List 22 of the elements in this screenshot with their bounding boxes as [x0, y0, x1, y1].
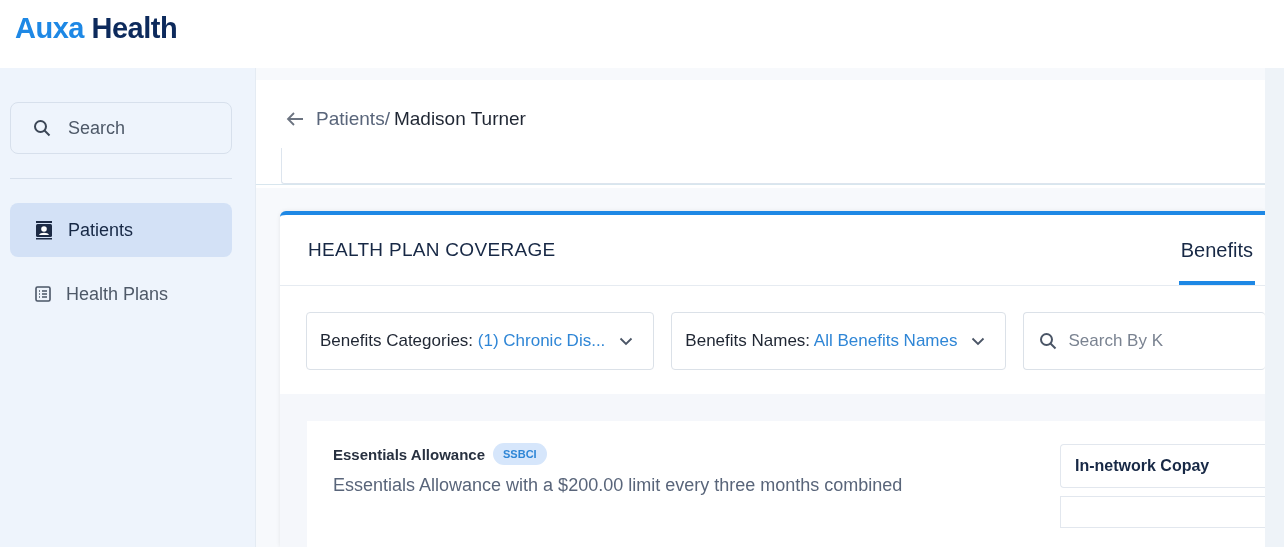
back-arrow-icon[interactable]: [286, 111, 304, 127]
brand-logo: Auxa Health: [15, 11, 178, 46]
contact-icon: [34, 220, 54, 240]
nav-item[interactable]: Health Plans: [10, 267, 232, 321]
search-icon: [33, 119, 51, 137]
list-icon: [34, 285, 52, 303]
nav-item[interactable]: Patients: [10, 203, 232, 257]
search-icon: [1039, 332, 1058, 350]
copay-header: In-network Copay: [1060, 444, 1265, 488]
tab[interactable]: Benefits: [1178, 215, 1255, 285]
breadcrumb-link[interactable]: Patients/: [316, 108, 390, 130]
benefit-tag: SSBCI: [493, 443, 547, 465]
filter-dropdown[interactable]: Benefits Names: All Benefits Names: [671, 312, 1007, 370]
benefit-name: Essentials Allowance: [333, 445, 485, 463]
benefit-description: Essentials Allowance with a $200.00 limit every three months combined: [333, 475, 903, 496]
chevron-down-icon: [971, 336, 986, 346]
filter-dropdown[interactable]: Benefits Categories: (1) Chronic Dis...: [306, 312, 655, 370]
search-field[interactable]: Search: [10, 102, 232, 154]
chevron-down-icon: [619, 336, 634, 346]
section-title: HEALTH PLAN COVERAGE: [308, 239, 556, 261]
search-field[interactable]: Search By K: [1023, 312, 1265, 370]
breadcrumb-current: Madison Turner: [393, 108, 526, 130]
